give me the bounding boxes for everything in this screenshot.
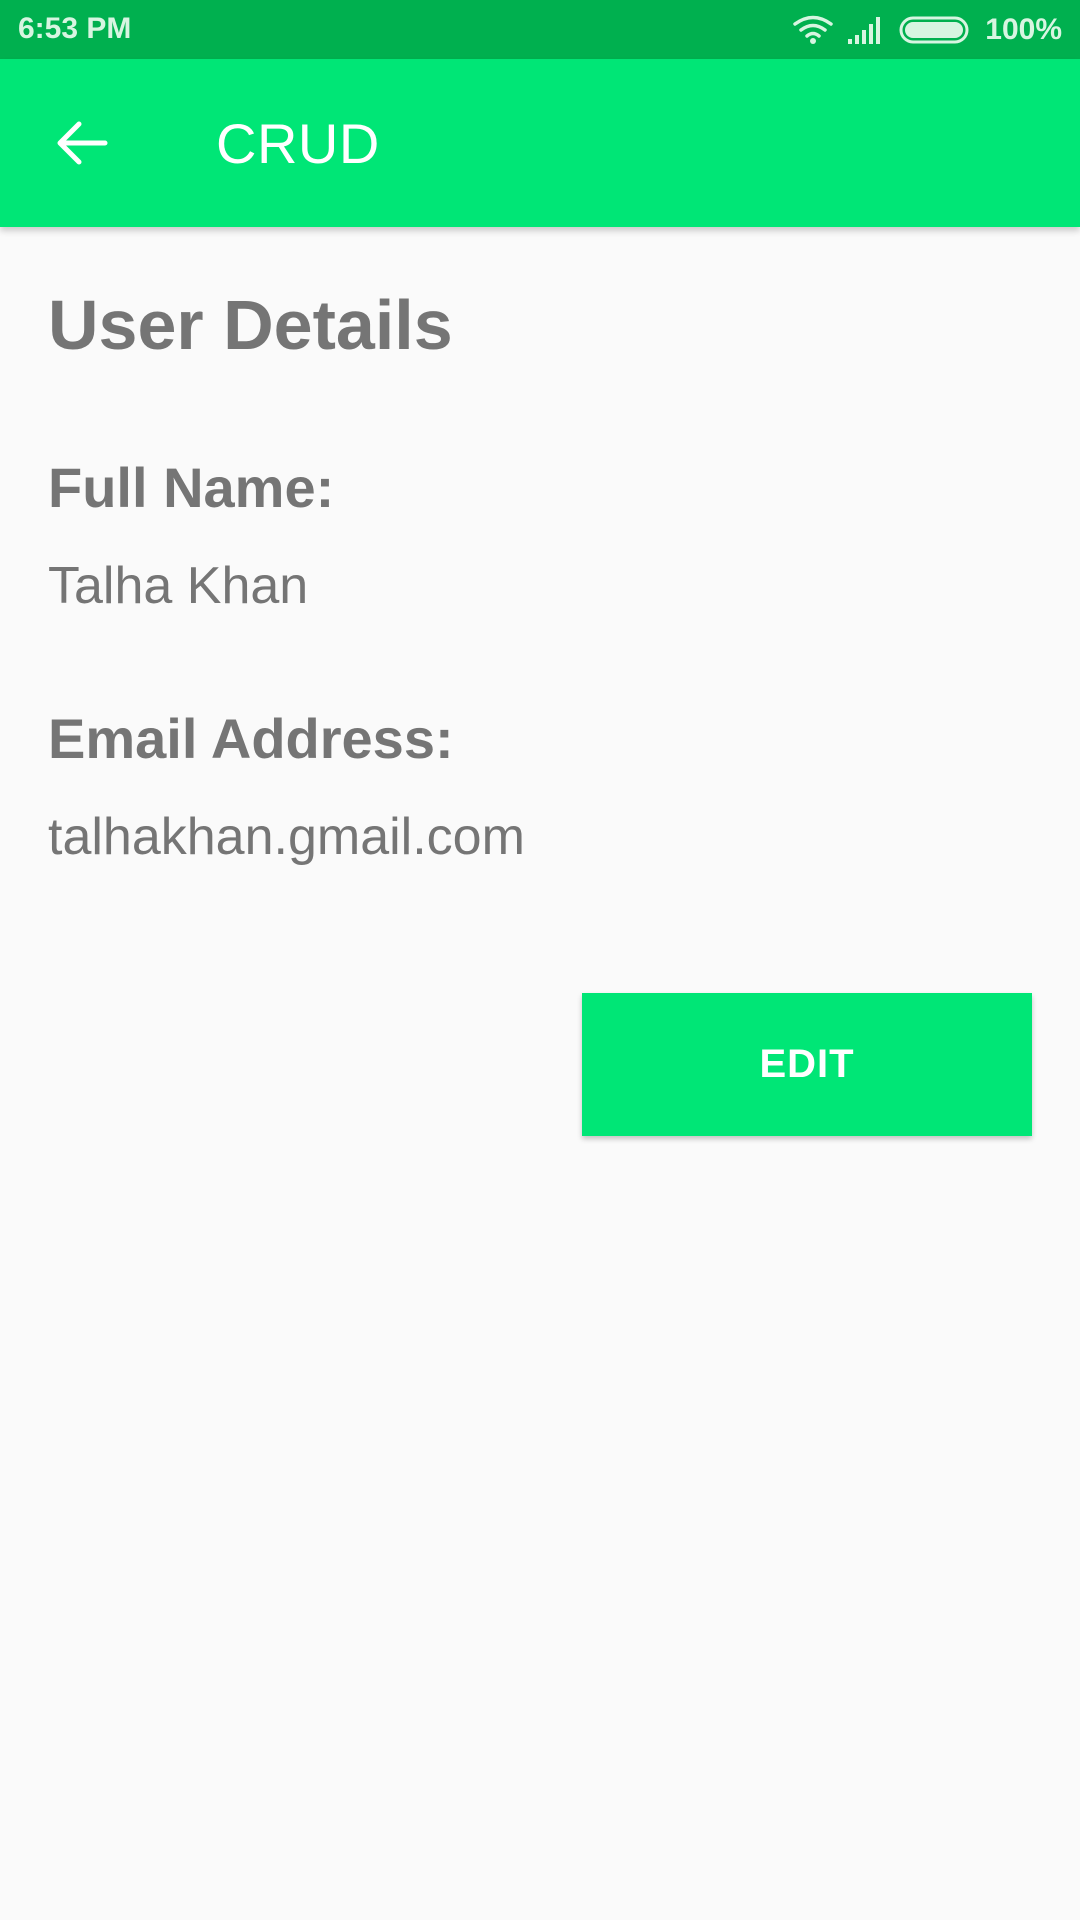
app-bar: CRUD: [0, 59, 1080, 227]
edit-button[interactable]: EDIT: [582, 993, 1032, 1136]
arrow-back-icon: [55, 119, 109, 172]
page-title: User Details: [48, 286, 453, 364]
wifi-icon: [793, 15, 834, 45]
status-time: 6:53 PM: [18, 12, 132, 45]
full-name-label: Full Name:: [48, 456, 335, 519]
full-name-value: Talha Khan: [48, 557, 309, 615]
status-icons: 100%: [793, 10, 1062, 50]
battery-percent: 100%: [985, 13, 1062, 46]
signal-icon: [847, 15, 885, 45]
status-bar: 6:53 PM 100%: [0, 0, 1080, 59]
email-value: talhakhan.gmail.com: [48, 808, 525, 866]
back-button[interactable]: [42, 105, 122, 185]
app-title: CRUD: [216, 112, 380, 175]
battery-icon: [899, 15, 971, 45]
email-label: Email Address:: [48, 707, 454, 770]
